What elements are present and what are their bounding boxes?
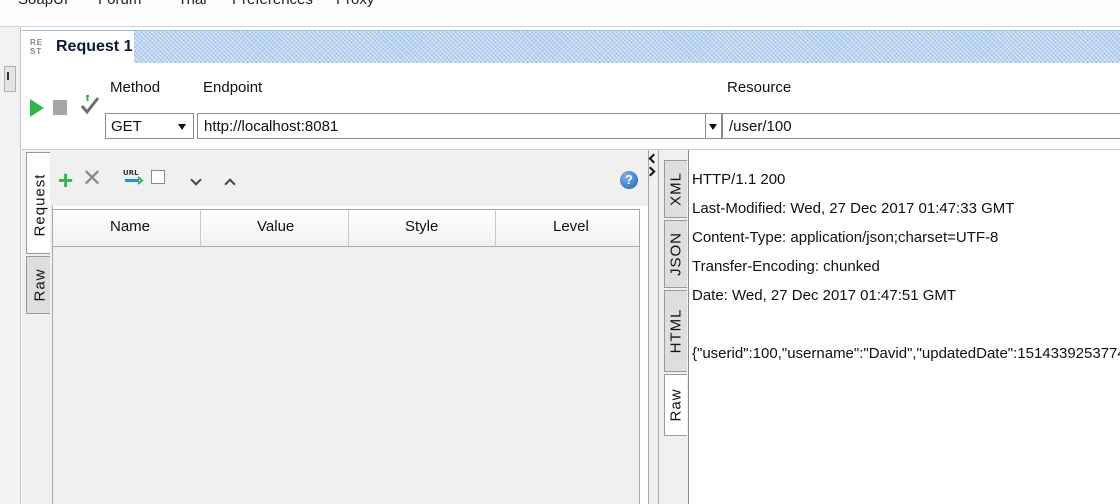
response-header-line: Content-Type: application/json;charset=U… (692, 229, 999, 246)
grip-icon (7, 72, 13, 80)
endpoint-label: Endpoint (203, 79, 263, 96)
menu-item-forum[interactable]: Forum (98, 0, 141, 8)
method-label: Method (110, 79, 161, 96)
column-divider[interactable] (200, 210, 201, 246)
response-body-json: {"userid":100,"username":"David","update… (692, 345, 1120, 362)
response-status-line: HTTP/1.1 200 (692, 171, 786, 188)
menu-item-trial[interactable]: Trial (178, 0, 207, 8)
tab-xml-label: XML (667, 172, 685, 206)
svg-text:URL: URL (123, 169, 139, 177)
params-table-body[interactable] (52, 247, 640, 504)
endpoint-value: http://localhost:8081 (204, 118, 339, 135)
response-header-line: Date: Wed, 27 Dec 2017 01:47:51 GMT (692, 287, 957, 304)
stop-icon[interactable] (53, 100, 67, 115)
window-title: Request 1 (56, 38, 133, 55)
column-header-style[interactable]: Style (405, 218, 438, 235)
column-header-level[interactable]: Level (553, 218, 589, 235)
help-icon[interactable]: ? (620, 171, 638, 189)
add-icon[interactable]: + (58, 167, 73, 193)
menu-divider (0, 26, 1120, 27)
play-icon[interactable] (30, 99, 44, 117)
menu-bar: SoapUI Forum Trial Preferences Proxy (0, 0, 1120, 26)
menu-item-soapui[interactable]: SoapUI (18, 0, 68, 8)
tab-raw-response-label: Raw (667, 388, 685, 422)
tab-html-label: HTML (667, 308, 685, 354)
tab-raw-label: Raw (31, 268, 49, 302)
copy-icon[interactable] (151, 170, 165, 184)
url-icon[interactable]: URL (122, 168, 144, 186)
column-header-value[interactable]: Value (257, 218, 294, 235)
remove-icon[interactable]: ✕ (82, 167, 102, 191)
method-value: GET (111, 118, 142, 135)
tab-request-label: Request (31, 173, 49, 237)
tab-json-label: JSON (667, 231, 685, 277)
check-icon[interactable] (80, 95, 100, 117)
column-header-name[interactable]: Name (110, 218, 150, 235)
chevron-down-icon[interactable] (178, 124, 186, 130)
chevron-down-icon[interactable] (709, 124, 717, 130)
split-pane-divider[interactable] (649, 150, 658, 504)
response-header-line: Transfer-Encoding: chunked (692, 258, 880, 275)
window-title-bar[interactable] (22, 30, 1120, 64)
resource-value: /user/100 (729, 118, 792, 135)
menu-item-preferences[interactable]: Preferences (232, 0, 313, 8)
response-header-line: Last-Modified: Wed, 27 Dec 2017 01:47:33… (692, 200, 1015, 217)
column-divider[interactable] (495, 210, 496, 246)
navigator-strip (0, 27, 21, 504)
menu-item-proxy[interactable]: Proxy (336, 0, 374, 8)
resource-label: Resource (727, 79, 792, 96)
column-divider[interactable] (348, 210, 349, 246)
rest-icon: RE ST (30, 38, 44, 56)
